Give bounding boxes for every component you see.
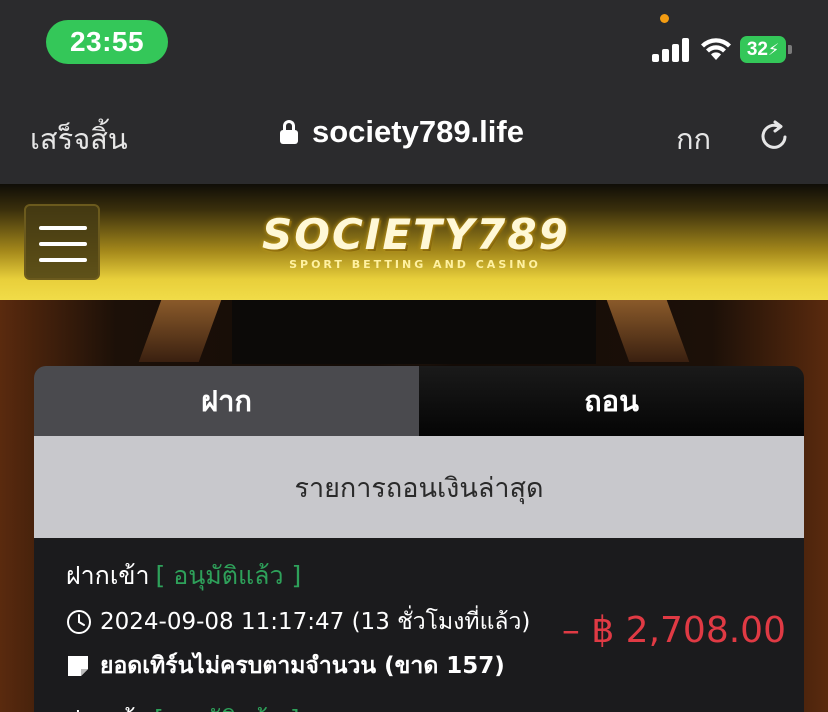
note-icon <box>68 656 88 676</box>
text-size-button[interactable]: กก <box>676 116 711 162</box>
site-header: SOCIETY789 SPORT BETTING AND CASINO <box>0 184 828 300</box>
address-bar[interactable]: society789.life <box>280 114 524 150</box>
cellular-signal-icon <box>652 38 690 62</box>
done-button[interactable]: เสร็จสิ้น <box>30 116 128 162</box>
reload-icon[interactable] <box>756 118 792 154</box>
logo-main-text: SOCIETY789 <box>262 210 570 259</box>
battery-icon: 32 ⚡ <box>740 36 792 63</box>
wifi-icon <box>701 38 731 60</box>
tab-withdraw[interactable]: ถอน <box>419 366 804 436</box>
browser-chrome: 23:55 32 ⚡ เสร็จสิ้น society789.life กก <box>0 0 828 184</box>
site-logo[interactable]: SOCIETY789 SPORT BETTING AND CASINO <box>262 214 568 274</box>
transaction-datetime: 2024-09-08 11:17:47 (13 ชั่วโมงที่แล้ว) <box>100 609 531 635</box>
transaction-amount: – ฿ 2,708.00 <box>561 610 786 651</box>
transaction-type: ฝากเข้า <box>66 700 150 712</box>
status-badge: [ อนุมัติแล้ว ] <box>155 561 302 590</box>
battery-level: 32 <box>746 38 768 60</box>
privacy-indicator-dot <box>660 14 669 23</box>
tab-bar: ฝาก ถอน <box>34 366 804 436</box>
lock-icon <box>280 120 298 144</box>
transaction-list: ฝากเข้า[ อนุมัติแล้ว ] 2024-09-08 11:17:… <box>34 538 804 712</box>
transaction-note: ยอดเทิร์นไม่ครบตามจำนวน (ขาด 157) <box>100 653 505 679</box>
list-item[interactable]: ฝากเข้า [ อนุมัติแล้ว ] <box>66 696 466 712</box>
tab-deposit[interactable]: ฝาก <box>34 366 419 436</box>
status-time: 23:55 <box>46 20 168 64</box>
status-badge: [ อนุมัติแล้ว ] <box>154 700 300 712</box>
transaction-panel: ฝาก ถอน รายการถอนเงินล่าสุด ฝากเข้า[ อนุ… <box>34 366 804 712</box>
transaction-type: ฝากเข้า <box>66 561 150 590</box>
clock-icon <box>67 610 91 634</box>
list-title: รายการถอนเงินล่าสุด <box>34 436 804 538</box>
logo-subtitle: SPORT BETTING AND CASINO <box>289 258 541 271</box>
menu-button[interactable] <box>24 204 100 280</box>
url-text: society789.life <box>312 114 524 149</box>
list-item[interactable]: ฝากเข้า[ อนุมัติแล้ว ] 2024-09-08 11:17:… <box>66 556 786 684</box>
